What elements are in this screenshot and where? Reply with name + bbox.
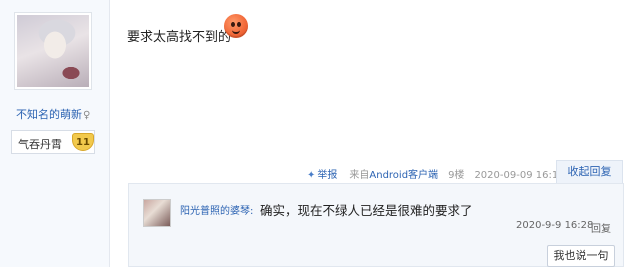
reply-panel: 阳光普照的婆琴: 确实，现在不绿人已经是很难的要求了 2020-9-9 16:2… <box>128 183 624 267</box>
author-sidebar: 不知名的萌新♀ 气吞丹霄 11 <box>0 0 110 267</box>
badge-level-icon: 11 <box>72 133 94 151</box>
source-label: 来自 <box>349 170 370 181</box>
client-link[interactable]: Android客户端 <box>369 170 438 181</box>
angry-face-emoji-icon <box>224 14 248 38</box>
avatar-image <box>17 15 89 87</box>
reply-username[interactable]: 阳光普照的婆琴: <box>180 202 253 217</box>
badge-name: 气吞丹霄 <box>18 138 62 151</box>
collapse-replies-button[interactable]: 收起回复 <box>556 160 623 183</box>
author-username[interactable]: 不知名的萌新 <box>16 108 82 121</box>
reply-datetime: 2020-9-9 16:28 <box>516 220 594 231</box>
report-link[interactable]: 举报 <box>317 170 337 181</box>
author-avatar[interactable] <box>14 12 92 90</box>
floor-number: 9楼 <box>448 170 465 181</box>
say-something-button[interactable]: 我也说一句 <box>547 245 615 267</box>
post-content: 要求太高找不到的 <box>127 30 232 45</box>
reply-content: 确实，现在不绿人已经是很难的要求了 <box>260 203 473 218</box>
female-gender-icon: ♀ <box>83 110 91 121</box>
post-meta: ✦ 举报 来自Android客户端 9楼 2020-09-09 16:17 <box>307 166 565 181</box>
member-badge[interactable]: 气吞丹霄 11 <box>11 130 95 154</box>
reply-link[interactable]: 回复 <box>591 220 611 235</box>
report-icon[interactable]: ✦ <box>307 170 315 181</box>
reply-avatar[interactable] <box>143 199 171 227</box>
post-datetime: 2020-09-09 16:17 <box>474 170 565 181</box>
author-name-row: 不知名的萌新♀ <box>16 106 90 122</box>
